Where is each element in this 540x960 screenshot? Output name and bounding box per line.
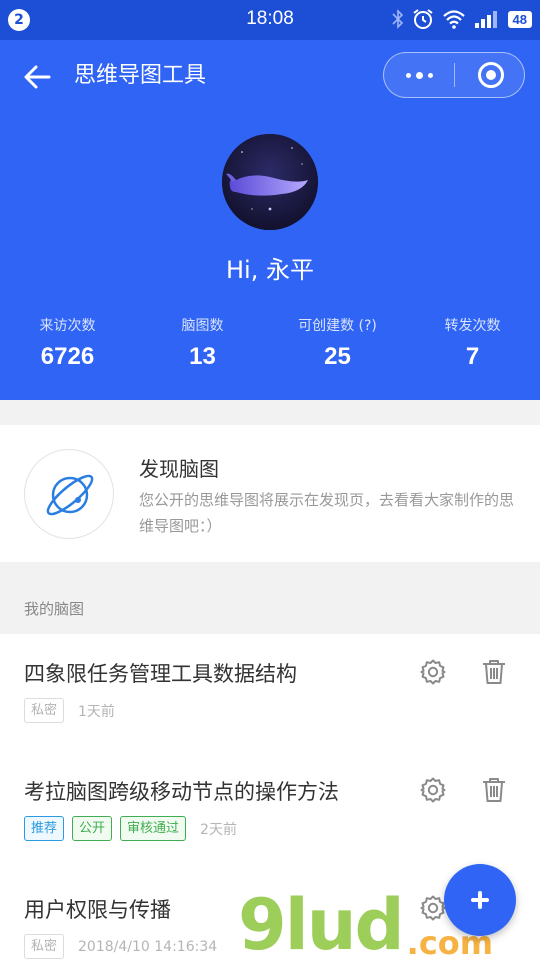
stat-value: 7 [465,343,480,370]
avatar[interactable] [222,134,318,230]
my-maps-section-label: 我的脑图 [24,600,85,618]
stat-mindmaps: 脑图数 13 [135,315,270,371]
signal-icon [474,11,497,28]
bluetooth-icon [391,9,403,29]
stat-value: 25 [324,343,351,370]
status-badge: 审核通过 [120,816,187,841]
status-icons: 48 [391,8,532,30]
status-badge: 私密 [24,934,65,959]
page-title: 思维导图工具 [74,63,207,88]
stat-label: 转发次数 [444,318,501,334]
whale-avatar-image [222,134,318,230]
stat-creatable[interactable]: 可创建数 (?) 25 [270,315,405,371]
mindmap-title[interactable]: 用户权限与传播 [24,894,171,924]
capsule-divider [454,63,455,87]
stat-label: 来访次数 [39,318,96,334]
mindmap-time: 2018/4/10 14:16:34 [78,938,218,955]
planet-icon-container [24,449,114,539]
mindmap-title[interactable]: 四象限任务管理工具数据结构 [24,658,297,688]
status-badge: 私密 [24,698,65,723]
discover-description: 您公开的思维导图将展示在发现页，去看看大家制作的思维导图吧：） [139,491,515,535]
mindmap-time: 2天前 [200,821,237,838]
discover-title: 发现脑图 [139,457,219,481]
stat-value: 13 [189,343,216,370]
mindmap-meta: 私密 2018/4/10 14:16:34 [24,934,217,959]
stat-label: 脑图数 [181,318,224,334]
list-item[interactable]: 考拉脑图跨级移动节点的操作方法 推荐 公开 审核通过 2天前 [0,752,540,870]
profile-header: 思维导图工具 Hi, 永平 来访次数 6726 脑图数 13 可创建数 (?) … [0,40,540,400]
mindmap-meta: 私密 1天前 [24,698,115,723]
discover-card[interactable]: 发现脑图 您公开的思维导图将展示在发现页，去看看大家制作的思维导图吧：） [0,425,540,562]
stat-shares: 转发次数 7 [405,315,540,371]
stat-value: 6726 [40,343,95,370]
user-greeting: Hi, 永平 [226,256,314,284]
more-menu-button[interactable] [384,53,454,97]
trash-icon[interactable] [480,776,508,804]
wifi-icon [442,10,465,29]
mindmap-meta: 推荐 公开 审核通过 2天前 [24,816,237,841]
status-bar: 2 18:08 48 [0,0,540,40]
close-program-button[interactable] [478,62,504,88]
battery-level: 48 [507,10,532,28]
back-arrow-icon[interactable] [22,62,52,92]
gear-icon[interactable] [419,658,447,686]
gear-icon[interactable] [419,894,447,922]
status-badge: 推荐 [24,816,65,841]
gear-icon[interactable] [419,776,447,804]
trash-icon[interactable] [480,658,508,686]
alarm-icon [412,9,433,29]
mindmap-time: 1天前 [78,703,115,720]
stat-label: 可创建数 (?) [298,318,377,334]
mindmap-title[interactable]: 考拉脑图跨级移动节点的操作方法 [24,776,339,806]
list-item[interactable]: 四象限任务管理工具数据结构 私密 1天前 [0,634,540,752]
status-badge: 公开 [72,816,113,841]
stats-row: 来访次数 6726 脑图数 13 可创建数 (?) 25 转发次数 7 [0,315,540,371]
stat-visits: 来访次数 6726 [0,315,135,371]
add-mindmap-button[interactable] [444,864,516,936]
planet-icon [46,474,94,516]
mini-program-capsule [383,52,525,98]
